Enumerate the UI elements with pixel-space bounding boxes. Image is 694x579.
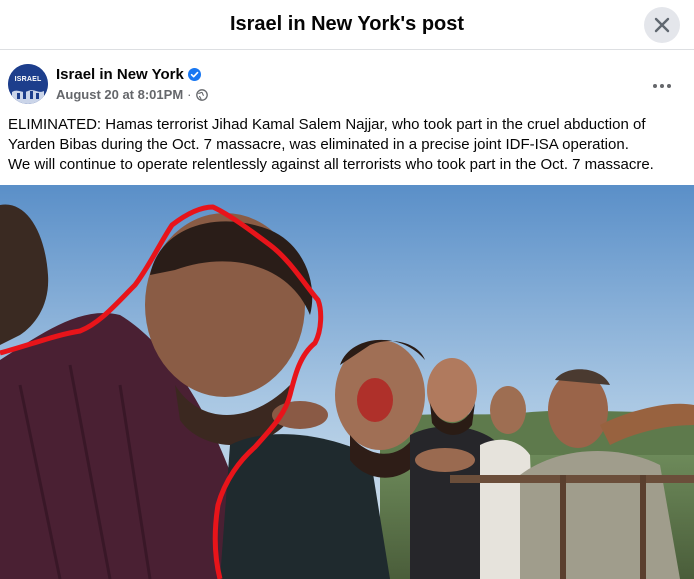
post-photo[interactable]	[0, 185, 694, 579]
photo-illustration	[0, 185, 694, 579]
close-button[interactable]	[644, 7, 680, 43]
dialog-header: Israel in New York's post	[0, 0, 694, 50]
globe-icon[interactable]	[195, 88, 208, 101]
verified-badge-icon	[187, 68, 201, 81]
avatar-label: ISRAEL	[14, 76, 42, 83]
post-body: ELIMINATED: Hamas terrorist Jihad Kamal …	[8, 115, 688, 175]
avatar[interactable]: ISRAEL	[8, 64, 48, 104]
page-name-row: Israel in New York	[56, 66, 201, 83]
post-header: ISRAEL Israel in New York August 20 at 8…	[8, 64, 686, 108]
post-text-line-1: ELIMINATED: Hamas terrorist Jihad Kamal …	[8, 116, 646, 153]
more-options-icon	[653, 84, 671, 88]
meta-separator: ·	[187, 87, 192, 102]
dialog-title: Israel in New York's post	[229, 13, 465, 35]
post-text-line-2: We will continue to operate relentlessly…	[8, 156, 654, 173]
close-icon	[654, 17, 670, 33]
more-options-button[interactable]	[646, 70, 678, 102]
timestamp-link[interactable]: August 20 at 8:01PM	[56, 87, 183, 102]
post-meta: August 20 at 8:01PM ·	[56, 87, 208, 102]
avatar-logo	[8, 64, 48, 104]
page-name-link[interactable]: Israel in New York	[56, 66, 184, 83]
